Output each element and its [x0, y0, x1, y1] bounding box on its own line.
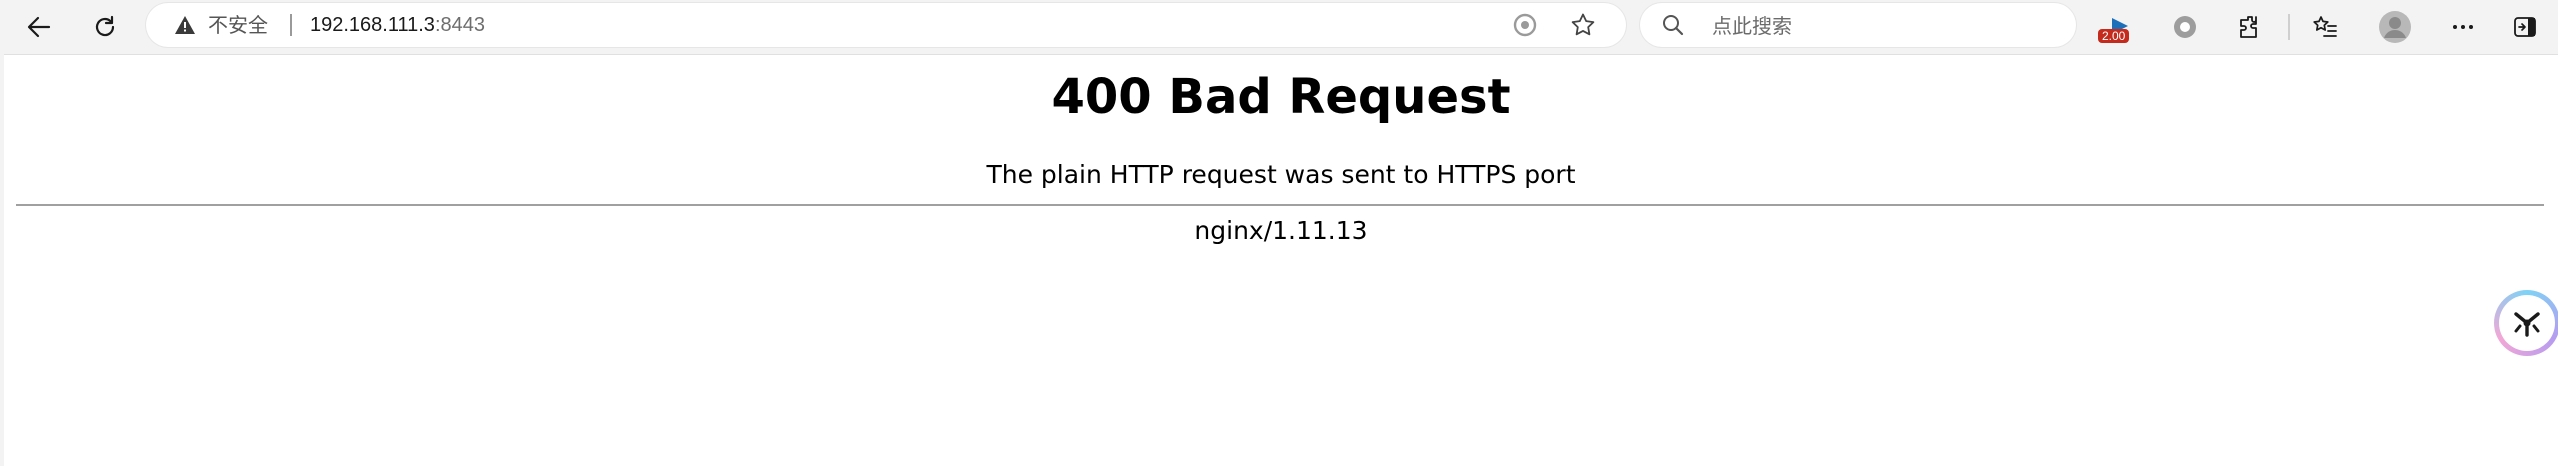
url-port: :8443 — [434, 14, 485, 36]
star-icon[interactable] — [1570, 12, 1596, 42]
horizontal-rule — [16, 204, 2544, 206]
back-arrow-icon — [26, 14, 52, 40]
profile-button[interactable] — [2374, 6, 2416, 48]
url-text[interactable]: 192.168.111.3:8443 — [310, 13, 485, 37]
extensions-button[interactable] — [2230, 6, 2272, 48]
browser-toolbar: 不安全 192.168.111.3:8443 2.00 — [0, 0, 2558, 54]
favorites-button[interactable] — [2304, 6, 2346, 48]
puzzle-icon — [2238, 14, 2264, 40]
server-version: nginx/1.11.13 — [1194, 216, 1368, 245]
page-title: 400 Bad Request — [1051, 69, 1511, 125]
search-icon — [1662, 14, 1684, 40]
assistant-bubble-icon — [2499, 295, 2555, 351]
sidebar-toggle-icon — [2513, 15, 2537, 39]
profile-avatar-icon — [2379, 11, 2411, 43]
assistant-button[interactable] — [2494, 290, 2558, 356]
error-message: The plain HTTP request was sent to HTTPS… — [986, 160, 1576, 189]
address-divider — [290, 14, 292, 36]
read-aloud-icon[interactable] — [1512, 12, 1538, 42]
circle-record-icon — [2172, 14, 2198, 40]
page-content: 400 Bad Request The plain HTTP request w… — [4, 54, 2558, 466]
search-input[interactable] — [1710, 9, 2054, 43]
security-status-label[interactable]: 不安全 — [208, 13, 268, 37]
tracking-button[interactable] — [2164, 6, 2206, 48]
extension-badge: 2.00 — [2098, 29, 2130, 43]
more-dots-icon — [2451, 15, 2475, 39]
more-button[interactable] — [2442, 6, 2484, 48]
search-box[interactable] — [1640, 3, 2076, 47]
url-host: 192.168.111.3 — [310, 14, 435, 36]
back-button[interactable] — [18, 6, 60, 48]
favorites-list-icon — [2312, 14, 2338, 40]
refresh-button[interactable] — [84, 6, 126, 48]
address-bar[interactable]: 不安全 192.168.111.3:8443 — [146, 3, 1626, 47]
refresh-icon — [92, 14, 118, 40]
warning-triangle-icon[interactable] — [174, 15, 196, 39]
sidebar-toggle-button[interactable] — [2504, 6, 2546, 48]
toolbar-divider — [2288, 14, 2290, 40]
